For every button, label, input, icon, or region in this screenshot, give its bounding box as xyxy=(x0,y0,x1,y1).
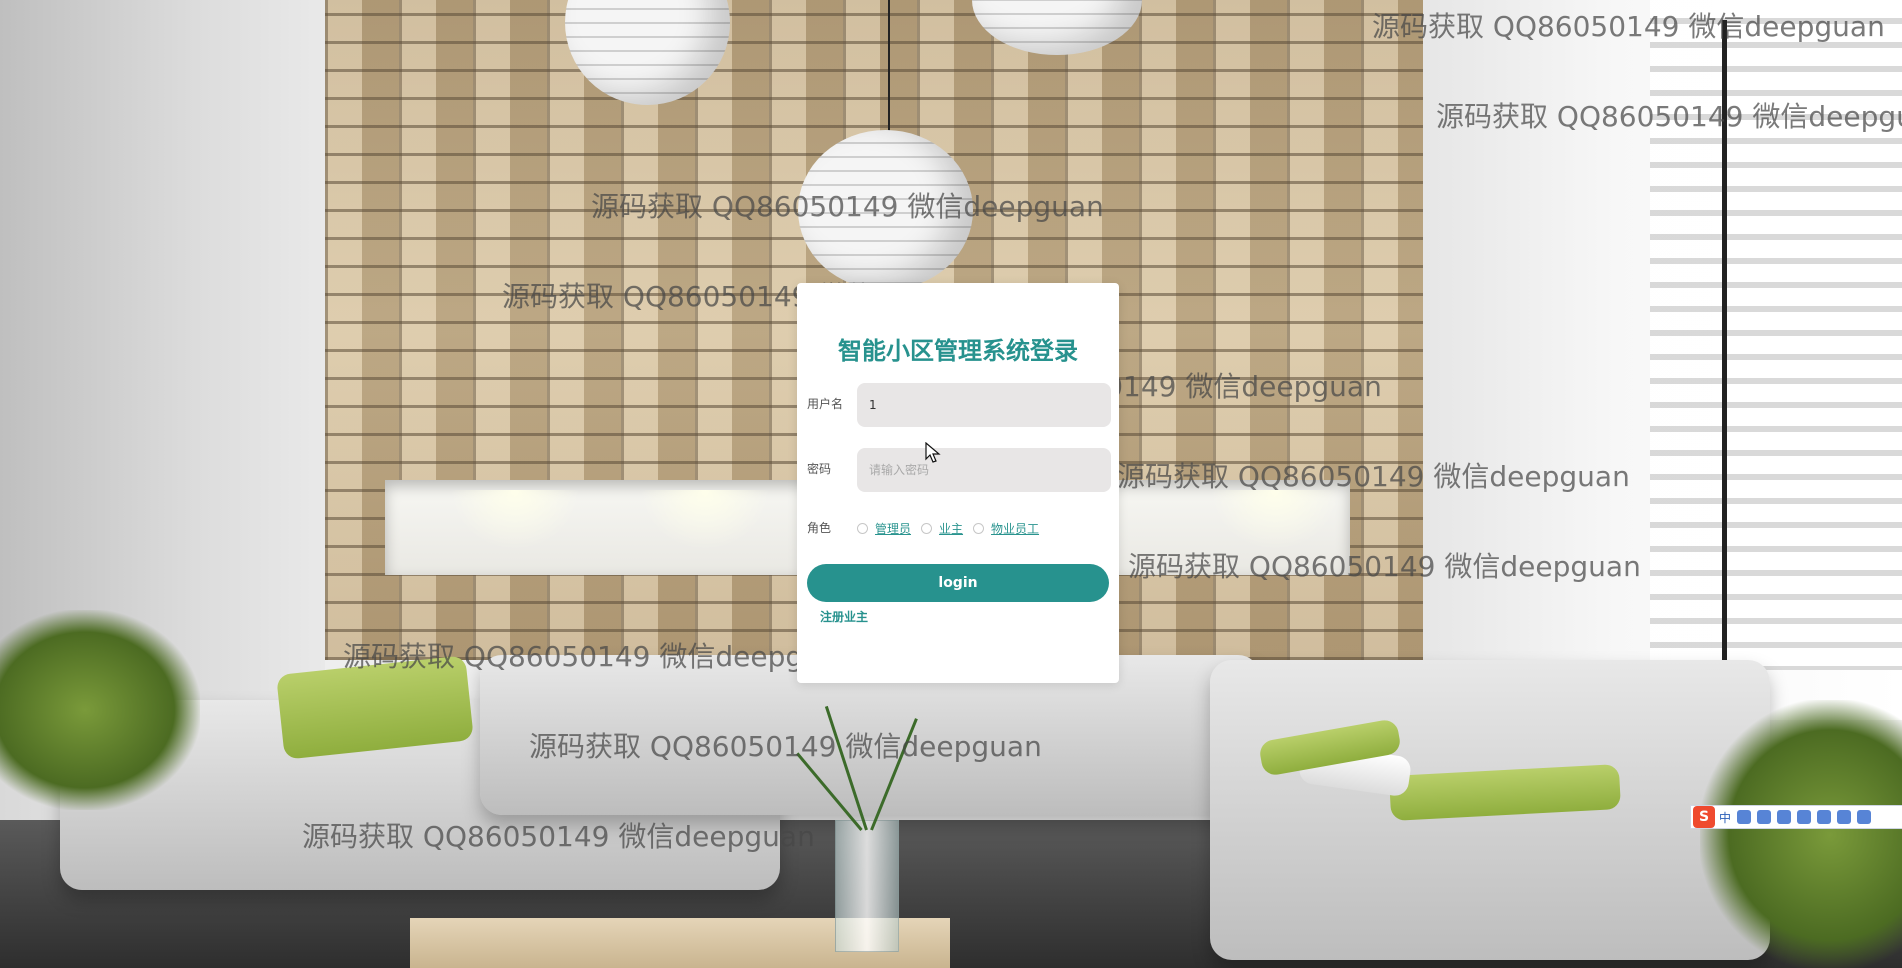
flower-vase xyxy=(835,820,899,952)
role-option-label[interactable]: 物业员工 xyxy=(991,520,1039,537)
role-option-admin[interactable]: 管理员 xyxy=(857,520,911,537)
ime-toolbar: S 中 xyxy=(1690,805,1902,829)
radio-circle-icon[interactable] xyxy=(857,523,868,534)
user-icon[interactable] xyxy=(1817,810,1832,824)
register-owner-link[interactable]: 注册业主 xyxy=(820,608,868,625)
password-input[interactable] xyxy=(857,448,1111,492)
niche-light xyxy=(450,490,580,550)
role-option-staff[interactable]: 物业员工 xyxy=(973,520,1039,537)
login-title: 智能小区管理系统登录 xyxy=(838,337,1078,365)
role-option-owner[interactable]: 业主 xyxy=(921,520,963,537)
niche-light xyxy=(640,490,770,550)
niche-light xyxy=(1210,490,1340,550)
lamp-wire xyxy=(888,0,890,140)
keyboard-icon[interactable] xyxy=(1797,810,1812,824)
login-card: 智能小区管理系统登录 用户名 密码 角色 管理员 业主 物业员工 login 注… xyxy=(797,283,1119,683)
ime-language-toggle[interactable]: 中 xyxy=(1719,809,1731,826)
role-radio-group: 管理员 业主 物业员工 xyxy=(857,520,1049,537)
punctuation-icon[interactable] xyxy=(1737,810,1752,824)
role-option-label[interactable]: 业主 xyxy=(939,520,963,537)
login-button[interactable]: login xyxy=(807,564,1109,602)
radio-circle-icon[interactable] xyxy=(921,523,933,534)
plant-left xyxy=(0,610,200,810)
window-blinds xyxy=(1650,0,1902,670)
role-option-label[interactable]: 管理员 xyxy=(875,520,911,537)
password-label: 密码 xyxy=(807,462,832,476)
skin-icon[interactable] xyxy=(1837,810,1852,824)
left-wall xyxy=(0,0,325,700)
blind-cord xyxy=(1722,20,1727,660)
pendant-lamp xyxy=(798,130,973,290)
settings-icon[interactable] xyxy=(1857,810,1872,824)
emoji-icon[interactable] xyxy=(1757,810,1772,824)
radio-circle-icon[interactable] xyxy=(973,523,985,534)
username-input[interactable] xyxy=(857,383,1111,427)
role-label: 角色 xyxy=(807,521,832,535)
username-label: 用户名 xyxy=(807,397,844,411)
sogou-logo-icon[interactable]: S xyxy=(1693,806,1715,828)
plant-right xyxy=(1700,700,1902,968)
microphone-icon[interactable] xyxy=(1777,810,1792,824)
